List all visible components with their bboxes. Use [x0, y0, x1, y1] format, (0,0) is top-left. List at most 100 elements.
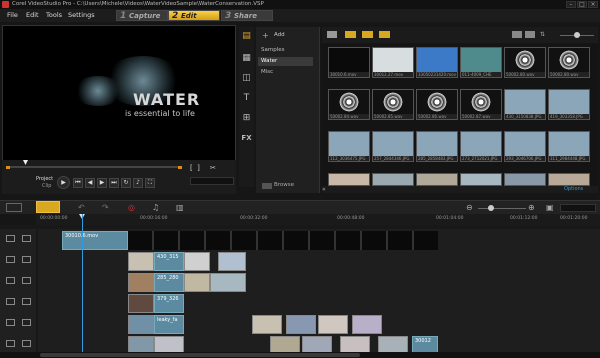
overlay-track-1-header[interactable]: [0, 250, 36, 272]
tab-share[interactable]: 3 Share: [221, 10, 273, 21]
audio-waveform-icon[interactable]: ▥: [176, 203, 184, 212]
library-thumbnail[interactable]: [328, 173, 370, 186]
split-clip-icon[interactable]: ✂: [210, 164, 216, 172]
browse-button[interactable]: Browse: [274, 182, 294, 188]
list-view-icon[interactable]: [512, 31, 522, 38]
zoom-slider-handle[interactable]: [488, 205, 494, 211]
track-visibility-icon[interactable]: [22, 256, 31, 263]
track-visibility-icon[interactable]: [22, 235, 31, 242]
options-button[interactable]: Options: [564, 186, 583, 192]
folder-samples[interactable]: Samples: [258, 46, 313, 55]
track-visibility-icon[interactable]: [22, 298, 31, 305]
fit-project-icon[interactable]: ▣: [546, 203, 554, 212]
video-track-header[interactable]: [0, 229, 36, 251]
media-folder-icon[interactable]: ▤: [240, 30, 253, 43]
library-thumbnail[interactable]: 285_2858483.JPG: [416, 131, 458, 162]
library-thumbnail[interactable]: 50002.80.wav: [504, 47, 546, 78]
library-thumbnail[interactable]: 011-4009_CHE: [460, 47, 502, 78]
undo-icon[interactable]: ↶: [78, 203, 85, 212]
library-thumbnail[interactable]: 50002.87.wav: [460, 89, 502, 120]
timeline-photo-clip[interactable]: [286, 315, 316, 334]
show-photos-icon[interactable]: [362, 31, 373, 38]
library-thumbnail[interactable]: 257_2844346.JPG: [372, 131, 414, 162]
library-thumbnail[interactable]: 430_3150838.JPG: [504, 89, 546, 120]
volume-button[interactable]: ♪: [133, 178, 143, 188]
timeline-view-icon[interactable]: [36, 201, 60, 213]
timeline-photo-clip[interactable]: [252, 315, 282, 334]
overlay-track-2-header[interactable]: [0, 271, 36, 293]
overlay-clip[interactable]: 285_280: [154, 273, 184, 292]
sound-mixer-icon[interactable]: ♫: [152, 203, 159, 212]
mode-project-label[interactable]: Project: [36, 176, 53, 182]
zoom-out-icon[interactable]: ⊖: [466, 203, 473, 212]
play-button[interactable]: ▶: [57, 176, 70, 189]
tab-capture[interactable]: 1 Capture: [116, 10, 168, 21]
folder-water[interactable]: Water: [258, 57, 313, 66]
minimize-button[interactable]: –: [566, 1, 576, 8]
library-thumbnail[interactable]: [416, 173, 458, 186]
video-clip[interactable]: 30010.6.mov: [62, 231, 128, 250]
scrollbar-thumb[interactable]: [40, 353, 360, 357]
overlay-clip[interactable]: 379_326: [154, 294, 184, 313]
record-capture-icon[interactable]: ◎: [128, 203, 135, 212]
library-thumbnail[interactable]: 293_3046706.JPG: [504, 131, 546, 162]
next-frame-button[interactable]: ▶: [97, 178, 107, 188]
fx-filter-icon[interactable]: FX: [240, 132, 253, 145]
scrub-bar[interactable]: [6, 166, 181, 168]
library-thumbnail[interactable]: [460, 173, 502, 186]
library-thumbnail[interactable]: 311_2984448.JPG: [548, 131, 590, 162]
maximize-button[interactable]: □: [577, 1, 587, 8]
mark-in-out-buttons[interactable]: [ ]: [190, 164, 200, 172]
slider-handle[interactable]: [574, 32, 580, 38]
timeline-photo-clip[interactable]: [352, 315, 382, 334]
library-thumbnail[interactable]: 50002.86.wav: [416, 89, 458, 120]
menu-tools[interactable]: Tools: [46, 9, 62, 22]
open-folder-icon[interactable]: [327, 31, 337, 38]
library-thumbnail[interactable]: 112_3036475.JPG: [328, 131, 370, 162]
timeline-photo-clip[interactable]: [128, 252, 154, 271]
library-thumbnail[interactable]: 273_2712021.JPG: [460, 131, 502, 162]
menu-settings[interactable]: Settings: [68, 9, 95, 22]
title-text-icon[interactable]: T: [240, 92, 253, 105]
mode-clip-label[interactable]: Clip: [42, 183, 51, 189]
library-thumbnail[interactable]: 50002.80.wav: [548, 47, 590, 78]
zoom-slider[interactable]: [478, 208, 526, 209]
timecode-display[interactable]: [190, 177, 234, 185]
timeline-photo-clip[interactable]: [184, 252, 210, 271]
timeline-photo-clip[interactable]: [128, 315, 154, 334]
storyboard-view-icon[interactable]: [6, 203, 22, 212]
previous-frame-button[interactable]: ◀: [85, 178, 95, 188]
overlay-track-2-lane[interactable]: [38, 271, 600, 293]
track-visibility-icon[interactable]: [22, 277, 31, 284]
show-videos-icon[interactable]: [345, 31, 356, 38]
library-thumbnail[interactable]: [504, 173, 546, 186]
track-visibility-icon[interactable]: [22, 340, 31, 347]
overlay-clip[interactable]: leaky_fa: [154, 315, 184, 334]
end-button[interactable]: ⏭: [109, 178, 119, 188]
library-thumbnail[interactable]: 33050231420.mov: [416, 47, 458, 78]
timeline-photo-clip[interactable]: [318, 315, 348, 334]
timeline-photo-clip[interactable]: [128, 273, 154, 292]
library-thumbnail[interactable]: [372, 173, 414, 186]
timeline-photo-clip[interactable]: [184, 273, 210, 292]
transition-icon[interactable]: ◫: [240, 72, 253, 85]
sort-icon[interactable]: ⇅: [540, 31, 545, 38]
track-visibility-icon[interactable]: [22, 319, 31, 326]
menu-edit[interactable]: Edit: [26, 9, 39, 22]
close-button[interactable]: ×: [588, 1, 598, 8]
browse-icon[interactable]: [262, 183, 272, 189]
menu-file[interactable]: File: [7, 9, 18, 22]
graphic-icon[interactable]: ⊞: [240, 112, 253, 125]
overlay-track-4-header[interactable]: [0, 313, 36, 335]
show-audio-icon[interactable]: [379, 31, 390, 38]
library-thumbnail[interactable]: 50002.84.wav: [328, 89, 370, 120]
collapse-library-icon[interactable]: «: [322, 186, 326, 193]
library-thumbnail[interactable]: 419_303358.JPG: [548, 89, 590, 120]
redo-icon[interactable]: ↷: [102, 203, 109, 212]
thumbnail-view-icon[interactable]: [525, 31, 535, 38]
overlay-track-3-header[interactable]: [0, 292, 36, 314]
tab-edit[interactable]: 2 Edit: [168, 10, 220, 21]
overlay-track-1-lane[interactable]: [38, 250, 600, 272]
add-folder-icon[interactable]: +: [262, 31, 269, 40]
repeat-button[interactable]: ↻: [121, 178, 131, 188]
